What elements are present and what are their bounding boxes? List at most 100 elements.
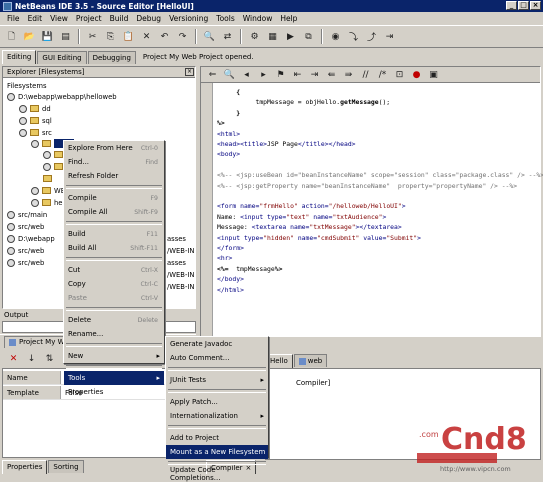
menu-item-mount-as-a-new-filesystem[interactable]: Mount as a New Filesystem: [166, 445, 268, 459]
tree-node[interactable]: Filesystems: [7, 80, 47, 91]
menu-item-build-all[interactable]: Build All Shift-F11: [64, 241, 164, 255]
code-line[interactable]: }: [217, 108, 240, 118]
back-icon[interactable]: ⇐: [205, 67, 220, 82]
tree-node[interactable]: src/web: [7, 257, 44, 268]
find-next-icon[interactable]: ▸: [256, 67, 271, 82]
tab-editing[interactable]: Editing: [2, 50, 37, 64]
menu-item-compile-all[interactable]: Compile All Shift-F9: [64, 205, 164, 219]
run-macro-icon[interactable]: ▣: [426, 67, 441, 82]
close-button[interactable]: ×: [530, 1, 541, 10]
menu-item-add-to-project[interactable]: Add to Project: [166, 431, 268, 445]
menu-item-paste[interactable]: Paste Ctrl-V: [64, 291, 164, 305]
minimize-button[interactable]: _: [506, 1, 517, 10]
menu-item-auto-comment[interactable]: Auto Comment...: [166, 351, 268, 365]
shift-right-icon[interactable]: ⇛: [341, 67, 356, 82]
tab-web[interactable]: web: [293, 354, 328, 367]
menu-item-junit-tests[interactable]: JUnit Tests ▸: [166, 373, 268, 387]
uncomment-icon[interactable]: /*: [375, 67, 390, 82]
delete-icon[interactable]: ✕: [139, 29, 154, 44]
code-line[interactable]: <%= tmpMessage%>: [217, 264, 282, 274]
open-icon[interactable]: 📂: [22, 29, 37, 44]
menu-item-properties[interactable]: Properties: [64, 385, 164, 399]
menu-item-rename[interactable]: Rename...: [64, 327, 164, 341]
code-line[interactable]: </html>: [217, 285, 244, 295]
compile-icon[interactable]: ⚙: [247, 29, 262, 44]
next-bookmark-icon[interactable]: ⇥: [307, 67, 322, 82]
continue-icon[interactable]: ⇥: [382, 29, 397, 44]
macro-record-icon[interactable]: ⊡: [392, 67, 407, 82]
find-prev-icon[interactable]: ◂: [239, 67, 254, 82]
code-line[interactable]: {: [217, 87, 240, 97]
menu-build[interactable]: Build: [106, 14, 133, 23]
tab-hello[interactable]: Hello: [265, 354, 293, 368]
tab-debugging[interactable]: Debugging: [87, 51, 136, 64]
tab-gui-editing[interactable]: GUI Editing: [37, 51, 87, 64]
comment-icon[interactable]: //: [358, 67, 373, 82]
tree-node[interactable]: D:\webapp\webapp\helloweb: [7, 91, 117, 102]
tab-sorting[interactable]: Sorting: [48, 460, 84, 473]
stop-icon[interactable]: ●: [409, 67, 424, 82]
tree-node[interactable]: dd: [19, 103, 51, 114]
tree-node[interactable]: D:\webapp: [7, 233, 55, 244]
menu-item-build[interactable]: Build F11: [64, 227, 164, 241]
tree-node[interactable]: src/web: [7, 245, 44, 256]
tab-properties[interactable]: Properties: [2, 460, 48, 474]
menu-versioning[interactable]: Versioning: [165, 14, 212, 23]
tree-node[interactable]: src/main: [7, 209, 47, 220]
menu-item-find[interactable]: Find... Find: [64, 155, 164, 169]
menu-help[interactable]: Help: [276, 14, 301, 23]
close-icon[interactable]: ×: [185, 68, 194, 76]
code-line[interactable]: Name: <input type="text" name="txtAudien…: [217, 212, 386, 222]
maximize-button[interactable]: □: [518, 1, 529, 10]
code-line[interactable]: <%-- <jsp:getProperty name="beanInstance…: [217, 181, 517, 191]
save-all-icon[interactable]: ▤: [58, 29, 73, 44]
source-editor[interactable]: ⇐ 🔍 ◂ ▸ ⚑ ⇤ ⇥ ⇚ ⇛ // /* ⊡ ● ▣ { tmpMessa…: [200, 66, 543, 337]
shift-left-icon[interactable]: ⇚: [324, 67, 339, 82]
paste-icon[interactable]: 📋: [121, 29, 136, 44]
step-icon[interactable]: ⤵: [346, 29, 361, 44]
menu-window[interactable]: Window: [239, 14, 277, 23]
copy-icon[interactable]: ⎘: [103, 29, 118, 44]
menu-item-refresh-folder[interactable]: Refresh Folder: [64, 169, 164, 183]
debug-icon[interactable]: ⧉: [301, 29, 316, 44]
code-line[interactable]: <head><title>JSP Page</title></head>: [217, 139, 356, 149]
breakpoint-icon[interactable]: ◉: [328, 29, 343, 44]
menu-item-internationalization[interactable]: Internationalization ▸: [166, 409, 268, 423]
menu-view[interactable]: View: [46, 14, 72, 23]
code-line[interactable]: <input type="hidden" name="cmdSubmit" va…: [217, 233, 421, 243]
new-icon[interactable]: 🗋: [4, 29, 19, 44]
code-line[interactable]: <body>: [217, 149, 240, 159]
tree-node[interactable]: [43, 173, 52, 184]
replace-icon[interactable]: ⇄: [220, 29, 235, 44]
menu-item-generate-javadoc[interactable]: Generate Javadoc: [166, 337, 268, 351]
sort-none-icon[interactable]: ✕: [6, 352, 21, 367]
tree-node[interactable]: sql: [19, 115, 52, 126]
menu-item-apply-patch[interactable]: Apply Patch...: [166, 395, 268, 409]
save-icon[interactable]: 💾: [40, 29, 55, 44]
sort-name-icon[interactable]: ↓: [24, 352, 39, 367]
code-line[interactable]: tmpMessage = objHello.getMessage();: [217, 97, 390, 107]
menu-tools[interactable]: Tools: [212, 14, 238, 23]
menu-item-cut[interactable]: Cut Ctrl-X: [64, 263, 164, 277]
code-line[interactable]: <html>: [217, 129, 240, 139]
find-icon[interactable]: 🔍: [202, 29, 217, 44]
code-line[interactable]: </body>: [217, 274, 244, 284]
menu-edit[interactable]: Edit: [24, 14, 47, 23]
find-icon[interactable]: 🔍: [222, 67, 237, 82]
code-line[interactable]: <hr>: [217, 253, 232, 263]
sort-type-icon[interactable]: ⇅: [42, 352, 57, 367]
code-line[interactable]: <%-- <jsp:useBean id="beanInstanceName" …: [217, 170, 543, 180]
code-line[interactable]: </form>: [217, 243, 244, 253]
step-out-icon[interactable]: ⤴: [364, 29, 379, 44]
menu-item-tools[interactable]: Tools ▸: [64, 371, 164, 385]
tree-node[interactable]: src: [19, 127, 52, 138]
menu-item-new[interactable]: New ▸: [64, 349, 164, 363]
project-tab[interactable]: Project My W: [4, 336, 70, 348]
cut-icon[interactable]: ✂: [85, 29, 100, 44]
build-icon[interactable]: ▦: [265, 29, 280, 44]
menu-item-delete[interactable]: Delete Delete: [64, 313, 164, 327]
code-line[interactable]: <form name="frmHello" action="/helloweb/…: [217, 201, 406, 211]
menu-item-copy[interactable]: Copy Ctrl-C: [64, 277, 164, 291]
code-line[interactable]: Message: <textarea name="txtMessage"></t…: [217, 222, 402, 232]
execute-icon[interactable]: ▶: [283, 29, 298, 44]
